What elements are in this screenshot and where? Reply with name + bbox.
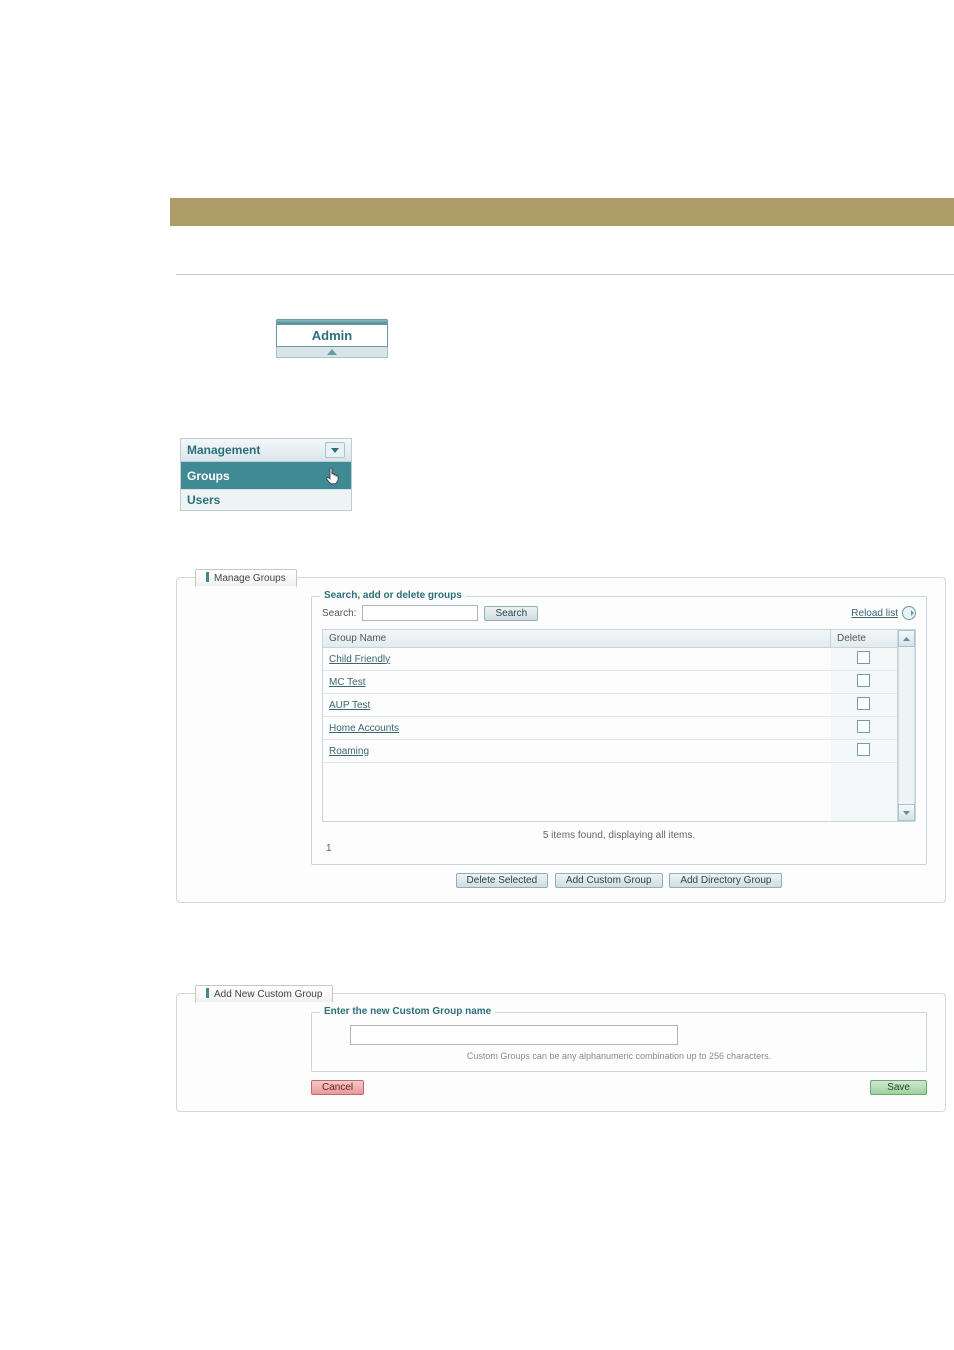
add-directory-group-button[interactable]: Add Directory Group [669,873,782,888]
new-group-fieldset: Enter the new Custom Group name Custom G… [311,1012,927,1072]
page-indicator: 1 [322,843,916,854]
reload-icon [902,606,916,620]
scroll-down-button[interactable] [898,804,915,821]
search-button[interactable]: Search [484,606,538,621]
table-row: Roaming [323,740,897,763]
column-header-delete: Delete [831,630,898,648]
divider [176,274,954,275]
group-link[interactable]: MC Test [329,677,366,688]
chevron-up-icon [903,637,910,641]
delete-checkbox[interactable] [857,651,870,664]
panel-tab-label: Add New Custom Group [214,989,322,1000]
table-row: Home Accounts [323,717,897,740]
management-menu: Management Groups Users [180,438,352,511]
save-button[interactable]: Save [870,1080,927,1095]
management-menu-item-label: Users [187,493,220,507]
scroll-up-button[interactable] [898,630,915,647]
fieldset-legend: Search, add or delete groups [320,590,466,601]
chevron-down-icon [903,811,910,815]
panel-tab-add-custom-group[interactable]: Add New Custom Group [195,985,333,1003]
reload-list-label: Reload list [851,608,898,619]
add-custom-group-button[interactable]: Add Custom Group [555,873,663,888]
delete-checkbox[interactable] [857,720,870,733]
management-menu-collapse[interactable] [325,442,345,458]
admin-tab[interactable]: Admin [276,324,388,347]
search-input[interactable] [362,605,478,621]
management-menu-header[interactable]: Management [181,439,351,462]
panel-tab-label: Manage Groups [214,573,286,584]
delete-selected-button[interactable]: Delete Selected [456,873,549,888]
group-link[interactable]: Roaming [329,746,369,757]
panel-tab-manage-groups[interactable]: Manage Groups [195,569,297,587]
delete-checkbox[interactable] [857,674,870,687]
custom-group-hint: Custom Groups can be any alphanumeric co… [322,1049,916,1061]
group-link[interactable]: Home Accounts [329,723,399,734]
search-fieldset: Search, add or delete groups Search: Sea… [311,596,927,865]
column-header-name: Group Name [323,630,831,648]
management-menu-item-groups[interactable]: Groups [181,462,351,489]
custom-group-name-input[interactable] [350,1025,678,1045]
chevron-down-icon [331,448,339,453]
group-link[interactable]: AUP Test [329,700,370,711]
table-row: Child Friendly [323,648,897,671]
management-menu-title: Management [187,443,260,457]
admin-tab-graphic: Admin [276,319,388,358]
section-band [170,198,954,226]
group-link[interactable]: Child Friendly [329,654,390,665]
fieldset-legend: Enter the new Custom Group name [320,1006,495,1017]
groups-table: Group Name Delete Child Friendly [322,629,916,822]
reload-list-link[interactable]: Reload list [851,606,916,620]
delete-checkbox[interactable] [857,697,870,710]
admin-tab-expand[interactable] [276,347,388,358]
delete-checkbox[interactable] [857,743,870,756]
table-row: AUP Test [323,694,897,717]
add-custom-group-panel: Add New Custom Group Enter the new Custo… [176,993,946,1112]
table-scrollbar[interactable] [897,630,915,821]
chevron-up-icon [327,349,337,355]
management-menu-item-label: Groups [187,469,230,483]
results-status: 5 items found, displaying all items. [322,822,916,843]
manage-groups-panel: Manage Groups Search, add or delete grou… [176,577,946,903]
management-menu-item-users[interactable]: Users [181,489,351,510]
search-label: Search: [322,608,356,619]
table-row: MC Test [323,671,897,694]
cursor-hand-icon [325,467,341,488]
cancel-button[interactable]: Cancel [311,1080,364,1095]
